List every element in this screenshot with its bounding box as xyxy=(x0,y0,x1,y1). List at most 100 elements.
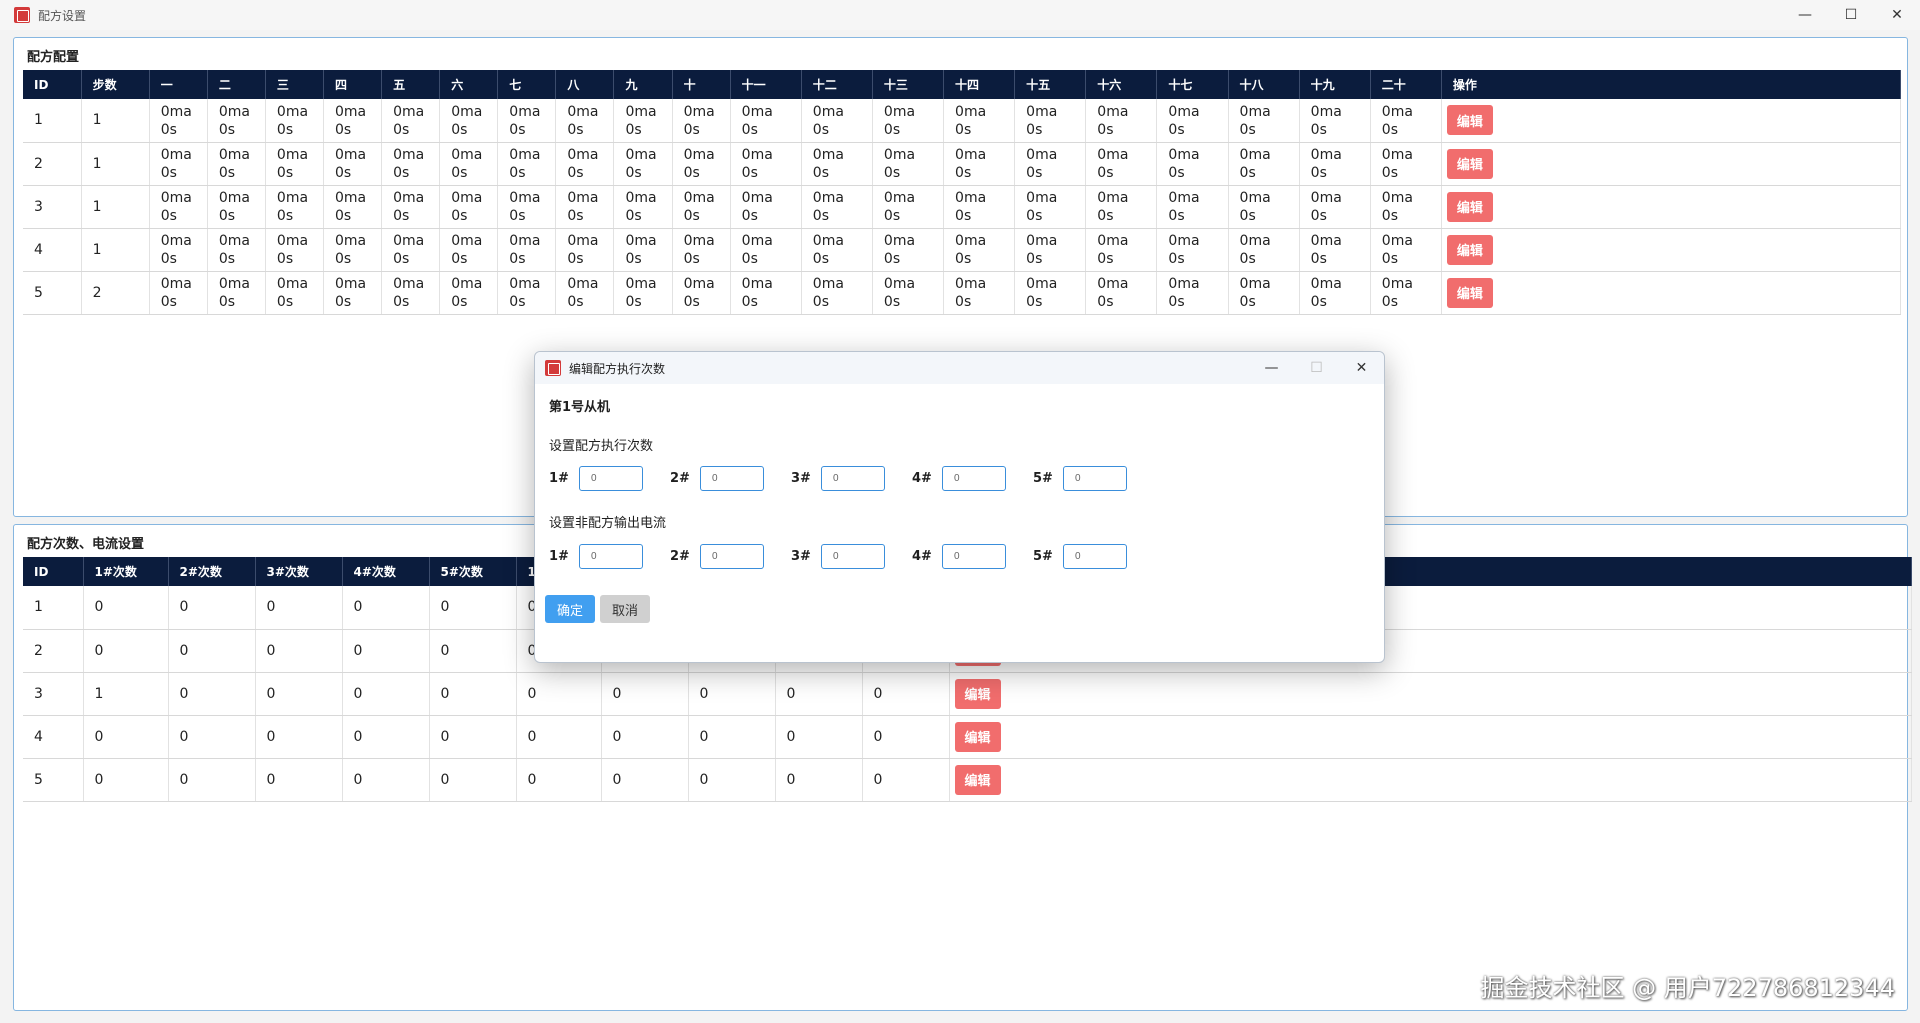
table-row: 2 1 0ma 0s 0ma 0s 0ma 0s 0ma 0s 0ma 0s 0ma 0s 0ma 0s 0ma… xyxy=(23,142,1902,186)
row-id: 1 xyxy=(23,586,84,630)
step-current: 0ma xyxy=(812,147,844,163)
step-time: 0s xyxy=(218,208,236,224)
edit-button[interactable]: 编辑 xyxy=(954,721,1001,752)
row-steps: 1 xyxy=(81,228,150,272)
value-cell: 0 xyxy=(342,586,430,630)
step-current: 0ma xyxy=(276,233,309,249)
step-cell: 0ma 0s xyxy=(381,185,441,229)
step-current: 0ma xyxy=(812,276,844,292)
step-current: 0ma xyxy=(1097,233,1129,249)
step-cell: 0ma 0s xyxy=(613,185,673,229)
minimize-icon[interactable]: — xyxy=(1782,0,1828,30)
edit-button[interactable]: 编辑 xyxy=(1446,234,1493,265)
dialog-close-icon[interactable]: ✕ xyxy=(1339,352,1384,384)
step-current: 0ma xyxy=(741,190,773,206)
step-current: 0ma xyxy=(160,147,192,163)
row-steps: 1 xyxy=(81,185,150,229)
step-time: 0s xyxy=(1026,165,1043,181)
dialog-title: 编辑配方执行次数 xyxy=(569,361,666,376)
current-input-2[interactable] xyxy=(700,544,764,569)
step-time: 0s xyxy=(625,208,642,224)
step-current: 0ma xyxy=(883,276,916,292)
step-current: 0ma xyxy=(567,147,599,163)
confirm-button[interactable]: 确定 xyxy=(545,595,595,623)
table-row: 4 1 0ma 0s 0ma 0s 0ma 0s 0ma 0s 0ma 0s 0ma 0s 0ma 0s 0ma… xyxy=(23,228,1902,272)
edit-button[interactable]: 编辑 xyxy=(1446,277,1493,308)
step-cell: 0ma 0s xyxy=(672,185,731,229)
step-cell: 0ma 0s xyxy=(323,228,383,272)
step-current: 0ma xyxy=(335,190,367,206)
count-section-label: 设置配方执行次数 xyxy=(549,439,654,454)
edit-button[interactable]: 编辑 xyxy=(954,764,1001,795)
step-time: 0s xyxy=(883,294,901,310)
step-cell: 0ma 0s xyxy=(265,142,325,186)
step-time: 0s xyxy=(883,208,901,224)
step-time: 0s xyxy=(741,251,758,267)
step-time: 0s xyxy=(218,121,236,138)
step-time: 0s xyxy=(812,294,829,310)
step-cell: 0ma 0s xyxy=(1014,271,1087,315)
value-cell: 0 xyxy=(429,758,517,802)
current-input-4[interactable] xyxy=(942,544,1006,569)
dialog-controls: — ☐ ✕ xyxy=(1249,352,1384,384)
step-cell: 0ma 0s xyxy=(1156,99,1229,143)
step-current: 0ma xyxy=(276,147,309,163)
edit-button[interactable]: 编辑 xyxy=(1446,105,1493,136)
step-current: 0ma xyxy=(955,276,987,292)
column-header: 十一 xyxy=(730,70,802,99)
count-input-1[interactable] xyxy=(579,466,643,491)
step-cell: 0ma 0s xyxy=(439,228,499,272)
step-current: 0ma xyxy=(1097,276,1129,292)
value-cell: 0 xyxy=(255,629,343,673)
count-input-4[interactable] xyxy=(942,466,1006,491)
current-input-5[interactable] xyxy=(1063,544,1127,569)
maximize-icon[interactable]: ☐ xyxy=(1828,0,1874,30)
table-row: 3 1 0ma 0s 0ma 0s 0ma 0s 0ma 0s 0ma 0s 0ma 0s 0ma 0s 0ma… xyxy=(23,185,1902,229)
step-cell: 0ma 0s xyxy=(943,228,1016,272)
field-label: 1# xyxy=(549,471,569,486)
edit-button[interactable]: 编辑 xyxy=(1446,148,1493,179)
column-header: 二 xyxy=(207,70,266,99)
step-time: 0s xyxy=(451,208,468,224)
count-input-3[interactable] xyxy=(821,466,885,491)
count-input-2[interactable] xyxy=(700,466,764,491)
dialog-minimize-icon[interactable]: — xyxy=(1249,352,1294,384)
step-time: 0s xyxy=(955,208,972,224)
field-label: 5# xyxy=(1033,549,1053,564)
step-current: 0ma xyxy=(276,276,309,292)
value-cell: 0 xyxy=(168,715,256,759)
step-cell: 0ma 0s xyxy=(801,185,873,229)
value-cell: 0 xyxy=(862,672,950,716)
action-cell: 编辑 xyxy=(1441,185,1902,229)
step-cell: 0ma 0s xyxy=(1085,142,1158,186)
step-current: 0ma xyxy=(1239,276,1271,292)
step-time: 0s xyxy=(955,165,972,181)
current-input-1[interactable] xyxy=(579,544,643,569)
step-time: 0s xyxy=(218,251,236,267)
cancel-button[interactable]: 取消 xyxy=(600,595,650,623)
edit-button[interactable]: 编辑 xyxy=(954,678,1001,709)
step-time: 0s xyxy=(812,251,829,267)
field-label: 2# xyxy=(670,549,690,564)
step-time: 0s xyxy=(1310,251,1327,267)
step-current: 0ma xyxy=(1097,190,1129,206)
step-cell: 0ma 0s xyxy=(381,142,441,186)
step-time: 0s xyxy=(160,251,177,267)
step-time: 0s xyxy=(883,165,901,181)
row-steps: 1 xyxy=(81,99,150,143)
step-time: 0s xyxy=(683,165,700,181)
step-current: 0ma xyxy=(741,276,773,292)
count-input-5[interactable] xyxy=(1063,466,1127,491)
step-cell: 0ma 0s xyxy=(943,99,1016,143)
step-time: 0s xyxy=(1097,121,1114,138)
edit-button[interactable]: 编辑 xyxy=(1446,191,1493,222)
close-icon[interactable]: ✕ xyxy=(1874,0,1920,30)
step-time: 0s xyxy=(276,294,294,310)
step-cell: 0ma 0s xyxy=(439,271,499,315)
step-cell: 0ma 0s xyxy=(872,271,945,315)
step-current: 0ma xyxy=(1381,233,1413,249)
value-cell: 0 xyxy=(342,715,430,759)
current-input-3[interactable] xyxy=(821,544,885,569)
step-time: 0s xyxy=(160,294,177,310)
action-cell: 编辑 xyxy=(1441,271,1902,315)
